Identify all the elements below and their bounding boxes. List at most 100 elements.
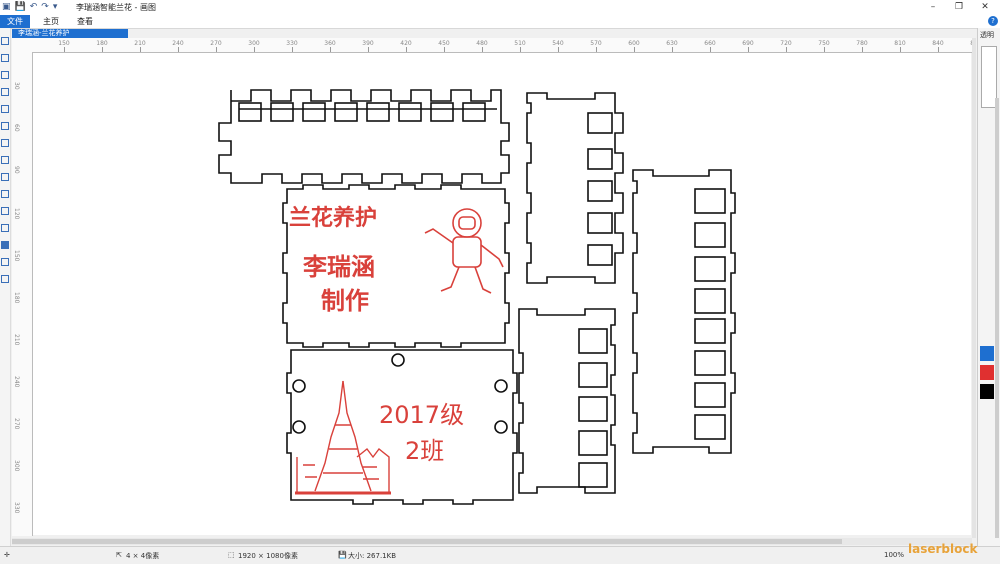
transparency-label: 透明 [980, 31, 994, 39]
ruler-tick-label: 780 [856, 40, 868, 47]
low-panel-outline [518, 308, 616, 494]
brush-tool-icon[interactable] [1, 139, 9, 147]
app-icon: ▣ [2, 2, 11, 12]
text-tool-icon[interactable] [1, 122, 9, 130]
ruler-tick-label: 270 [13, 418, 20, 430]
ruler-tick-label: 270 [210, 40, 222, 47]
card1-line3: 制作 [321, 287, 369, 315]
card1-line2: 李瑞涵 [303, 253, 375, 281]
card2-hole [292, 379, 306, 393]
horizontal-scroll-thumb[interactable] [12, 539, 842, 544]
horizontal-scrollbar[interactable] [12, 538, 972, 545]
rectangle-tool-icon[interactable] [1, 88, 9, 96]
resize-tool-icon[interactable] [1, 224, 9, 232]
ruler-tick [64, 47, 65, 52]
tab-view[interactable]: 查看 [70, 15, 100, 28]
ruler-tick-label: 510 [514, 40, 526, 47]
picker-tool-icon[interactable] [1, 173, 9, 181]
ruler-tick [824, 47, 825, 52]
pencil-tool-icon[interactable] [1, 54, 9, 62]
ruler-tick-label: 300 [13, 460, 20, 472]
magnifier-tool-icon[interactable] [1, 190, 9, 198]
ruler-tick-label: 210 [13, 334, 20, 346]
document-tab[interactable]: 李瑞涵-兰花养护 [12, 29, 128, 38]
zoom-level: 100% [884, 551, 905, 559]
ruler-tick-label: 180 [13, 292, 20, 304]
ruler-tick-label: 540 [552, 40, 564, 47]
ruler-tick-label: 690 [742, 40, 754, 47]
fill-tool-icon[interactable] [1, 71, 9, 79]
ruler-tick [368, 47, 369, 52]
drawing-canvas[interactable]: 兰花养护 李瑞涵 制作 2017级 2班 [33, 53, 971, 535]
customize-qat-icon[interactable]: ▾ [53, 2, 58, 12]
ribbon-tabs: 文件 主页 查看 [0, 15, 1000, 29]
save-icon[interactable]: 💾 [15, 2, 26, 12]
ruler-tick [254, 47, 255, 52]
right-panel-slots [694, 188, 726, 440]
vertical-ruler: 30 60 90 120 150 180 210 240 270 300 330 [12, 52, 33, 536]
color-secondary-icon[interactable] [1, 258, 9, 266]
tab-file[interactable]: 文件 [0, 15, 30, 28]
astronaut-illustration [424, 208, 504, 294]
right-panel: 透明 [977, 28, 1000, 548]
ruler-tick [900, 47, 901, 52]
color-swatch-black[interactable] [980, 384, 994, 399]
ruler-tick-label: 240 [13, 376, 20, 388]
ruler-tick [558, 47, 559, 52]
ruler-tick-label: 150 [13, 250, 20, 262]
top-panel-outline [218, 89, 510, 184]
horizontal-ruler: 150 180 210 240 270 300 330 360 390 420 450 480 510 5… [12, 38, 972, 53]
undo-icon[interactable]: ↶ [30, 2, 38, 12]
card2-line2: 2班 [405, 437, 444, 465]
ruler-tick [710, 47, 711, 52]
ruler-tick [520, 47, 521, 52]
ruler-tick [482, 47, 483, 52]
ruler-tick-label: 120 [13, 208, 20, 220]
ruler-tick [330, 47, 331, 52]
ruler-tick [938, 47, 939, 52]
ruler-tick-label: 630 [666, 40, 678, 47]
card2-hole [494, 420, 508, 434]
left-toolbar [0, 28, 11, 548]
ruler-tick [596, 47, 597, 52]
right-panel-scrollbar[interactable] [995, 98, 999, 538]
card1-line1: 兰花养护 [289, 205, 377, 231]
vertical-scrollbar[interactable] [972, 38, 976, 538]
minimize-button[interactable]: – [920, 0, 946, 15]
help-button[interactable]: ? [988, 16, 998, 26]
ruler-tick [786, 47, 787, 52]
close-button[interactable]: ✕ [972, 0, 998, 15]
ruler-tick [102, 47, 103, 52]
selection-size: 4 × 4像素 [126, 552, 160, 560]
select-tool-icon[interactable] [1, 37, 9, 45]
color-swatch-red[interactable] [980, 365, 994, 380]
ruler-tick-label: 480 [476, 40, 488, 47]
filesize-icon: 💾 [338, 551, 347, 559]
eraser-tool-icon[interactable] [1, 156, 9, 164]
ruler-tick-label: 720 [780, 40, 792, 47]
window-controls: – ❐ ✕ [920, 0, 998, 15]
image-dimensions: 1920 × 1080像素 [238, 552, 298, 560]
redo-icon[interactable]: ↷ [41, 2, 49, 12]
card2-hole [391, 353, 405, 367]
ruler-tick [140, 47, 141, 52]
ruler-tick [292, 47, 293, 52]
ruler-tick-label: 360 [324, 40, 336, 47]
ruler-tick [216, 47, 217, 52]
ruler-tick-label: 90 [13, 166, 20, 174]
edit-colors-icon[interactable] [1, 275, 9, 283]
crop-tool-icon[interactable] [1, 207, 9, 215]
card2-line1: 2017级 [379, 401, 464, 429]
low-panel-slots [578, 328, 608, 488]
ruler-tick-label: 150 [58, 40, 70, 47]
color-primary-icon[interactable] [1, 241, 9, 249]
ruler-tick-label: 450 [438, 40, 450, 47]
color-swatch-blue[interactable] [980, 346, 994, 361]
tab-home[interactable]: 主页 [36, 15, 66, 28]
maximize-button[interactable]: ❐ [946, 0, 972, 15]
top-panel-slots [238, 102, 497, 122]
mid-panel-slots [587, 112, 613, 266]
ellipse-tool-icon[interactable] [1, 105, 9, 113]
card2-hole [292, 420, 306, 434]
brand-watermark: laserblock [908, 542, 978, 556]
